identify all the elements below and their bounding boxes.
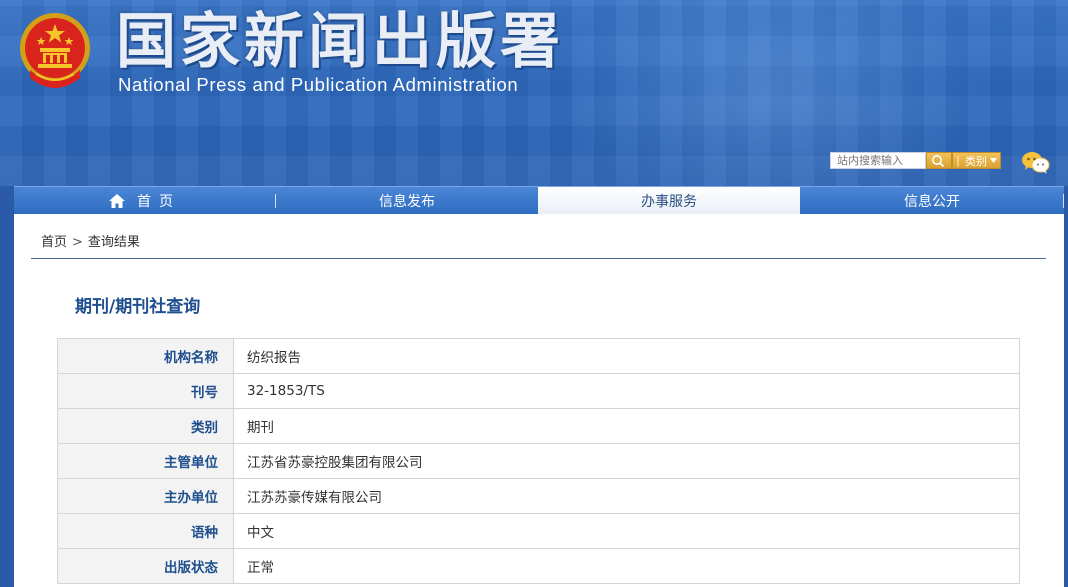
table-row: 类别 期刊 xyxy=(57,408,1020,444)
table-row: 主办单位 江苏苏豪传媒有限公司 xyxy=(57,478,1020,514)
nav-item-info-disclosure[interactable]: 信息公开 xyxy=(800,187,1064,215)
nav-item-services[interactable]: 办事服务 xyxy=(538,187,800,215)
search-button[interactable] xyxy=(926,152,952,169)
category-separator: | xyxy=(956,154,960,167)
row-value: 纺织报告 xyxy=(233,338,1020,374)
table-row: 出版状态 正常 xyxy=(57,548,1020,584)
row-label: 类别 xyxy=(57,408,234,444)
site-search-input[interactable] xyxy=(830,152,926,169)
row-value: 正常 xyxy=(233,548,1020,584)
table-row: 刊号 32-1853/TS xyxy=(57,373,1020,409)
row-label: 出版状态 xyxy=(57,548,234,584)
page-title: 期刊/期刊社查询 xyxy=(75,297,201,317)
row-value: 期刊 xyxy=(233,408,1020,444)
nav-item-label: 首页 xyxy=(137,194,181,210)
row-label: 刊号 xyxy=(57,373,234,409)
site-header: 国家新闻出版署 National Press and Publication A… xyxy=(0,0,1068,186)
row-value: 中文 xyxy=(233,513,1020,549)
breadcrumb-divider xyxy=(31,258,1046,259)
nav-item-info-release[interactable]: 信息发布 xyxy=(276,187,538,215)
nav-item-label: 信息公开 xyxy=(904,194,960,210)
table-row: 语种 中文 xyxy=(57,513,1020,549)
row-value: 32-1853/TS xyxy=(233,373,1020,409)
row-label: 语种 xyxy=(57,513,234,549)
breadcrumb: 首页 > 查询结果 xyxy=(41,231,140,250)
row-value: 江苏苏豪传媒有限公司 xyxy=(233,478,1020,514)
main-content: 首页 > 查询结果 期刊/期刊社查询 机构名称 纺织报告 刊号 32-1853/TS… xyxy=(14,214,1064,587)
row-value: 江苏省苏豪控股集团有限公司 xyxy=(233,443,1020,479)
table-row: 主管单位 江苏省苏豪控股集团有限公司 xyxy=(57,443,1020,479)
site-subtitle: National Press and Publication Administr… xyxy=(118,74,519,95)
category-dropdown[interactable]: | 类别 xyxy=(952,152,1001,169)
breadcrumb-separator: > xyxy=(72,235,83,250)
category-label: 类别 xyxy=(964,154,987,168)
breadcrumb-home-link[interactable]: 首页 xyxy=(41,235,67,250)
main-nav: 首页 信息发布 办事服务 信息公开 xyxy=(14,186,1064,215)
caret-down-icon xyxy=(989,158,997,163)
search-icon xyxy=(932,155,945,168)
nav-item-label: 办事服务 xyxy=(641,194,697,210)
national-emblem-icon xyxy=(20,13,90,88)
journal-info-table: 机构名称 纺织报告 刊号 32-1853/TS 类别 期刊 主管单位 江苏省苏豪… xyxy=(57,338,1020,584)
breadcrumb-current: 查询结果 xyxy=(87,235,140,250)
row-label: 主办单位 xyxy=(57,478,234,514)
site-title: 国家新闻出版署 xyxy=(116,7,564,77)
row-label: 机构名称 xyxy=(57,338,234,374)
nav-item-label: 信息发布 xyxy=(379,194,435,210)
home-icon xyxy=(109,194,125,208)
nav-divider xyxy=(1063,194,1064,208)
nav-item-home[interactable]: 首页 xyxy=(14,187,276,215)
table-row: 机构名称 纺织报告 xyxy=(57,338,1020,374)
wechat-icon[interactable] xyxy=(1021,150,1051,174)
row-label: 主管单位 xyxy=(57,443,234,479)
